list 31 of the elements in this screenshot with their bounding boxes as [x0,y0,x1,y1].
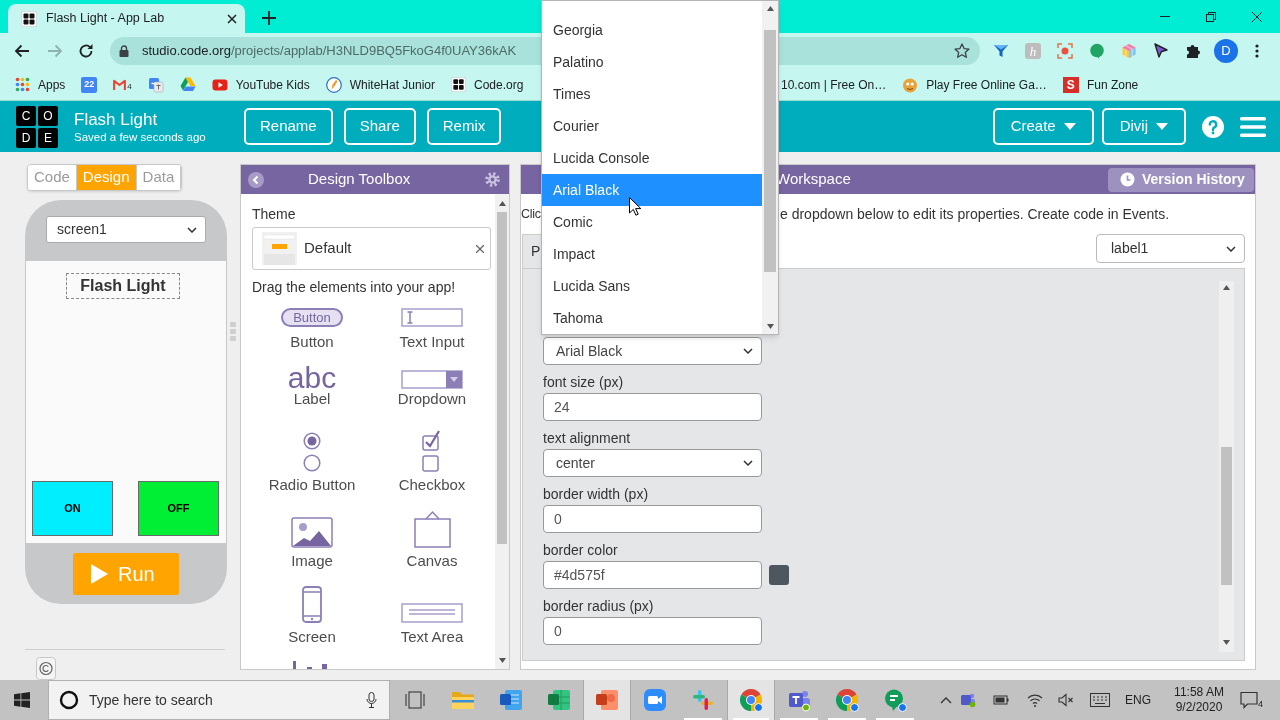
field-label: text alignment [543,430,631,446]
field-label: font size (px) [543,374,624,390]
instruction-text: e dropdown below to edit its properties. Create code in Events. [780,206,1170,222]
calendar-icon: 22 [81,76,98,93]
notification-count: 4 [1258,700,1264,709]
theme-label: Theme [252,206,296,222]
element-label: Text Area [400,628,464,646]
field-label: border width (px) [543,486,649,502]
element-label: Checkbox [398,476,466,494]
toolbox-hint: Drag the elements into your app! [252,279,456,295]
panel-title: Design Toolbox [308,169,411,190]
logo-letter: O [38,105,58,126]
panel-title: Workspace [776,169,851,190]
letter-tile-icon: S [1062,76,1079,93]
field-label: border radius (px) [543,598,654,614]
instruction-text: Clic [521,206,541,222]
field-label: border color [543,542,618,558]
logo-letter: E [38,127,58,148]
element-label: Canvas [406,552,458,570]
element-label: Dropdown [397,390,467,408]
element-label: Image [291,552,333,570]
element-label: Radio Button [268,476,356,494]
save-status: Saved a few seconds ago [74,129,206,144]
unread-count: 4 [127,82,132,91]
element-label: Screen [288,628,336,646]
logo-letter: D [16,127,36,148]
element-label: Button [290,333,334,351]
logo-letter: C [16,105,36,126]
project-title: Flash Light [74,109,158,130]
element-label: Text Input [399,333,465,351]
element-label: Label [293,390,331,408]
